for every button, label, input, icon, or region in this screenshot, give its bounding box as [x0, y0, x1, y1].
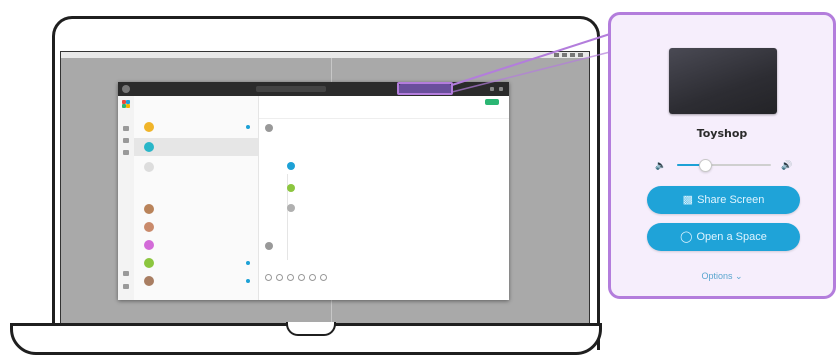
webex-app-window: [118, 82, 509, 300]
user-avatar[interactable]: [122, 85, 130, 93]
avatar: [144, 162, 154, 172]
chevron-down-icon: ⌄: [735, 271, 743, 281]
volume-high-icon[interactable]: 🔊: [781, 160, 792, 170]
list-item[interactable]: [134, 200, 258, 218]
unread-indicator: [246, 279, 250, 283]
settings-icon[interactable]: [499, 87, 503, 91]
compose-toolbar[interactable]: [265, 272, 499, 282]
options-label: Options: [701, 271, 733, 281]
app-top-bar: [118, 82, 509, 96]
teams-icon[interactable]: [123, 138, 129, 143]
message: [265, 242, 495, 250]
volume-low-icon[interactable]: 🔈: [655, 160, 666, 170]
avatar: [265, 242, 273, 250]
spaces-list: [134, 96, 259, 300]
attach-icon[interactable]: [265, 273, 272, 281]
message: [265, 124, 495, 132]
search-input[interactable]: [256, 86, 326, 92]
avatar: [144, 240, 154, 250]
laptop-notch: [286, 322, 336, 336]
device-connection-panel: Toyshop 🔈 🔊 ▩ Share Screen ◯ Open a Space …: [608, 12, 836, 299]
screen-share-icon: ▩: [682, 194, 694, 206]
app-logo-icon: [122, 100, 130, 109]
thread-message: [287, 184, 487, 192]
avatar: [144, 204, 154, 214]
volume-slider-handle[interactable]: [699, 159, 713, 172]
volume-control: 🔈 🔊: [653, 157, 793, 173]
mention-icon[interactable]: [309, 273, 316, 281]
avatar: [287, 184, 295, 192]
avatar: [287, 162, 295, 170]
divider: [259, 118, 509, 119]
list-item[interactable]: [134, 158, 258, 176]
connect-to-device-button[interactable]: [399, 84, 451, 94]
avatar: [144, 222, 154, 232]
space-icon: ◯: [680, 231, 693, 243]
share-screen-label: Share Screen: [697, 194, 765, 206]
apps-icon[interactable]: [123, 271, 129, 276]
mac-menu-bar: [61, 52, 589, 58]
device-name: Toyshop: [696, 127, 748, 140]
navigation-rail: [118, 96, 134, 300]
more-icon[interactable]: [320, 273, 327, 281]
list-item[interactable]: [134, 218, 258, 236]
list-item[interactable]: [134, 254, 258, 272]
calls-icon[interactable]: [123, 150, 129, 155]
conversation-pane: [259, 96, 509, 300]
list-item[interactable]: [134, 118, 258, 136]
help-icon[interactable]: [490, 87, 494, 91]
thread-message: [287, 162, 487, 170]
avatar: [287, 204, 295, 212]
list-item[interactable]: [134, 138, 258, 156]
share-screen-button[interactable]: ▩ Share Screen: [647, 186, 800, 214]
open-space-button[interactable]: ◯ Open a Space: [647, 223, 800, 251]
thread-message: [287, 204, 487, 212]
mac-status-icons: [523, 53, 583, 57]
avatar: [144, 122, 154, 132]
volume-slider[interactable]: [677, 159, 771, 172]
avatar: [265, 124, 273, 132]
avatar: [144, 276, 154, 286]
options-dropdown[interactable]: Options ⌄: [611, 271, 833, 282]
avatar: [144, 142, 154, 152]
unread-indicator: [246, 125, 250, 129]
open-space-label: Open a Space: [696, 231, 767, 243]
messaging-icon[interactable]: [123, 126, 129, 131]
unread-indicator: [246, 261, 250, 265]
avatar: [144, 258, 154, 268]
help-icon[interactable]: [123, 284, 129, 289]
add-button[interactable]: [485, 99, 499, 105]
format-icon[interactable]: [276, 273, 283, 281]
list-item[interactable]: [134, 236, 258, 254]
gif-icon[interactable]: [298, 273, 305, 281]
device-tv-image: [669, 48, 777, 114]
top-bar-icons: [490, 87, 503, 91]
list-item[interactable]: [134, 272, 258, 290]
emoji-icon[interactable]: [287, 273, 294, 281]
